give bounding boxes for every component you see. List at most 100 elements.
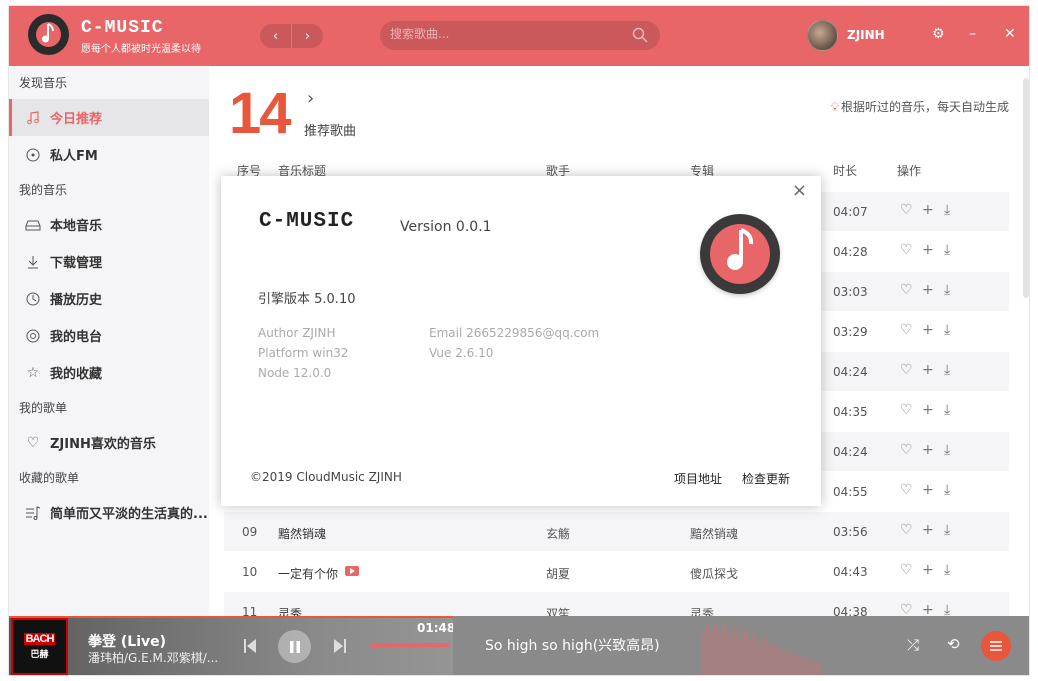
heart-icon[interactable]: ♡ [900, 602, 913, 616]
sidebar-item-my-radio[interactable]: 我的电台 [9, 317, 209, 354]
username[interactable]: ZJINH [847, 28, 885, 42]
search-icon[interactable] [632, 27, 648, 43]
download-icon[interactable]: ⤓ [944, 522, 950, 538]
song-album: 傻瓜探戈 [690, 567, 739, 581]
add-icon[interactable]: + [922, 442, 934, 458]
spectrum-bar [777, 644, 779, 675]
heart-icon[interactable]: ♡ [900, 242, 913, 258]
sidebar-item-daily-recommend[interactable]: 今日推荐 [9, 99, 209, 136]
gear-icon[interactable]: ⚙ [932, 26, 945, 42]
sidebar-item-private-fm[interactable]: 私人FM [9, 136, 209, 173]
heart-icon[interactable]: ♡ [900, 402, 913, 418]
pause-button[interactable] [278, 630, 311, 663]
spectrum-bar [737, 634, 739, 675]
sidebar-item-favorites[interactable]: ☆ 我的收藏 [9, 354, 209, 391]
playlist-button[interactable] [981, 631, 1011, 661]
back-arrow-icon[interactable]: ‹ [260, 24, 291, 48]
spectrum-bar [819, 661, 821, 675]
avatar[interactable] [807, 20, 838, 51]
chevron-right-icon[interactable]: › [307, 88, 314, 109]
add-icon[interactable]: + [922, 562, 934, 578]
add-icon[interactable]: + [922, 402, 934, 418]
sidebar-item-history[interactable]: 播放历史 [9, 280, 209, 317]
spectrum-bar [795, 653, 797, 675]
heart-icon[interactable]: ♡ [900, 562, 913, 578]
sidebar-item-liked-playlist[interactable]: ♡ ZJINH喜欢的音乐 [9, 424, 209, 461]
download-icon[interactable]: ⤓ [944, 602, 950, 616]
close-icon[interactable]: × [792, 180, 807, 201]
spectrum-bar [741, 633, 743, 675]
playback-progress-bar[interactable] [9, 616, 453, 618]
spectrum-bar [725, 626, 727, 675]
next-icon[interactable] [333, 638, 347, 654]
project-link[interactable]: 项目地址 [674, 470, 722, 487]
heart-icon[interactable]: ♡ [900, 442, 913, 458]
spectrum-bar [717, 630, 719, 675]
spectrum-bar [747, 637, 749, 675]
spectrum-bar [771, 641, 773, 675]
album-cover[interactable]: BACH 巴赫 [11, 618, 68, 675]
heart-icon[interactable]: ♡ [900, 362, 913, 378]
spectrum-bar [765, 638, 767, 675]
song-duration: 04:28 [833, 245, 868, 259]
heart-icon[interactable]: ♡ [900, 322, 913, 338]
download-icon[interactable]: ⤓ [944, 322, 950, 338]
download-icon[interactable]: ⤓ [944, 402, 950, 418]
heart-icon[interactable]: ♡ [900, 522, 913, 538]
spectrum-bar [773, 645, 775, 675]
sidebar-item-local-music[interactable]: 本地音乐 [9, 206, 209, 243]
spectrum-bar [797, 656, 799, 675]
spectrum-bar [751, 636, 753, 675]
hard-drive-icon [23, 219, 43, 231]
download-icon[interactable]: ⤓ [944, 442, 950, 458]
add-icon[interactable]: + [922, 202, 934, 218]
table-row[interactable]: 11 灵秀 双笙 灵秀 04:38 ♡ + ⤓ [224, 592, 1009, 616]
song-duration: 03:29 [833, 325, 868, 339]
author-info: Author ZJINH [258, 326, 336, 340]
brand-name: C-MUSIC [81, 18, 164, 38]
app-window: C-MUSIC 愿每个人都被时光温柔以待 ‹ › ZJINH ⚙ – ✕ 发现音… [8, 5, 1030, 676]
download-icon[interactable]: ⤓ [944, 202, 950, 218]
scrollbar[interactable] [1023, 78, 1029, 298]
minimize-icon[interactable]: – [969, 26, 976, 42]
search-input[interactable] [390, 27, 620, 41]
forward-arrow-icon[interactable]: › [291, 24, 323, 48]
search-box[interactable] [380, 21, 660, 50]
close-icon[interactable]: ✕ [1004, 26, 1016, 42]
download-icon[interactable]: ⤓ [944, 242, 950, 258]
song-duration: 04:35 [833, 405, 868, 419]
add-icon[interactable]: + [922, 522, 934, 538]
add-icon[interactable]: + [922, 322, 934, 338]
previous-icon[interactable] [243, 638, 257, 654]
add-icon[interactable]: + [922, 242, 934, 258]
heart-icon[interactable]: ♡ [900, 282, 913, 298]
download-icon[interactable]: ⤓ [944, 362, 950, 378]
shuffle-icon[interactable]: ⤮ [907, 636, 919, 654]
sidebar: 发现音乐 今日推荐 私人FM 我的音乐 本地音乐 下载管理 播放历史 我的电台 … [9, 66, 209, 616]
spectrum-bar [707, 625, 709, 675]
add-icon[interactable]: + [922, 282, 934, 298]
sidebar-item-collected-playlist[interactable]: 简单而又平淡的生活真的... [9, 494, 209, 531]
column-header: 操作 [897, 164, 922, 178]
add-icon[interactable]: + [922, 602, 934, 616]
heart-icon[interactable]: ♡ [900, 202, 913, 218]
download-icon[interactable]: ⤓ [944, 562, 950, 578]
song-duration: 03:03 [833, 285, 868, 299]
download-icon[interactable]: ⤓ [944, 482, 950, 498]
table-row[interactable]: 09 黯然销魂 玄觞 黯然销魂 03:56 ♡ + ⤓ [224, 512, 1009, 552]
check-update-link[interactable]: 检查更新 [742, 470, 790, 487]
spectrum-bar [791, 654, 793, 675]
heart-icon[interactable]: ♡ [900, 482, 913, 498]
add-icon[interactable]: + [922, 362, 934, 378]
volume-bar[interactable] [369, 643, 449, 647]
repeat-icon[interactable]: ⟲ [947, 635, 960, 653]
spectrum-bar [721, 628, 723, 675]
add-icon[interactable]: + [922, 482, 934, 498]
spectrum-bar [789, 650, 791, 675]
cover-text: 巴赫 [30, 649, 49, 659]
sidebar-item-downloads[interactable]: 下载管理 [9, 243, 209, 280]
audio-spectrum [701, 621, 821, 675]
table-row[interactable]: 10 一定有个你 胡夏 傻瓜探戈 04:43 ♡ + ⤓ [224, 552, 1009, 592]
mv-icon[interactable] [345, 566, 359, 576]
download-icon[interactable]: ⤓ [944, 282, 950, 298]
